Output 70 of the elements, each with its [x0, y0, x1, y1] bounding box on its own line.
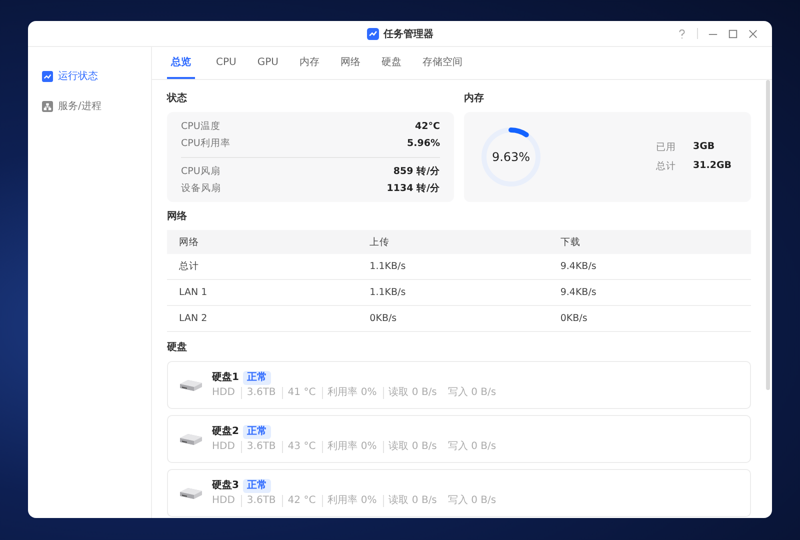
- status-badge: 正常: [242, 425, 271, 439]
- disk-spec: 读取 0 B/s: [388, 387, 438, 399]
- table-cell-text: 1.1KB/s: [370, 261, 407, 272]
- disk-spec: 读取 0 B/s: [388, 441, 438, 453]
- sidebar-item[interactable]: 服务/进程: [28, 91, 151, 121]
- disk-spec: HDD: [212, 387, 242, 399]
- tab[interactable]: 总览: [167, 47, 195, 79]
- disk-spec: 利用率 0%: [328, 387, 384, 399]
- disk-spec: HDD: [212, 495, 242, 507]
- maximize-icon[interactable]: [728, 28, 738, 38]
- stat-value: 42°C: [415, 121, 440, 132]
- table-cell-text: 0KB/s: [560, 313, 588, 324]
- table-cell-text: 9.4KB/s: [560, 287, 598, 298]
- stat-label: CPU风扇: [181, 165, 220, 178]
- app-logo-icon: [366, 28, 378, 40]
- column-header: 上传: [370, 236, 391, 248]
- section-heading: 内存: [464, 92, 485, 106]
- section-heading: 状态: [167, 92, 188, 106]
- memory-label: 总计: [656, 160, 677, 173]
- disk-spec: 3.6TB: [246, 495, 283, 507]
- disk-spec: 3.6TB: [246, 441, 283, 453]
- status-badge: 正常: [242, 479, 271, 493]
- table-cell-text: 9.4KB/s: [560, 261, 598, 272]
- disk-spec: 42 °C: [288, 495, 323, 507]
- status-badge: 正常: [242, 371, 271, 385]
- disk-spec: 43 °C: [288, 441, 323, 453]
- disk-spec: 写入 0 B/s: [448, 387, 498, 399]
- stat-label: CPU利用率: [181, 137, 230, 150]
- disk-spec: HDD: [212, 441, 242, 453]
- hierarchy-icon: [42, 100, 53, 112]
- table-cell-text: LAN 1: [179, 287, 208, 298]
- window-title: 任务管理器: [384, 28, 434, 40]
- section-heading: 网络: [167, 210, 188, 224]
- tab[interactable]: 存储空间: [413, 47, 472, 79]
- section-heading: 硬盘: [167, 341, 188, 355]
- disk-spec: 读取 0 B/s: [388, 495, 438, 507]
- gauge-reading: 9.63%: [492, 150, 530, 164]
- disk-spec: 41 °C: [288, 387, 323, 399]
- table-cell-text: 0KB/s: [370, 313, 398, 324]
- tab[interactable]: 硬盘: [372, 47, 410, 79]
- sidebar-item[interactable]: 运行状态: [28, 61, 151, 91]
- disk-name: 硬盘3: [212, 479, 239, 493]
- help-icon[interactable]: [677, 28, 687, 38]
- disk-name: 硬盘2: [212, 425, 239, 439]
- chart-icon: [42, 70, 53, 82]
- stat-value: 5.96%: [407, 138, 440, 149]
- stat-label: 设备风扇: [181, 182, 221, 195]
- disk-spec: 3.6TB: [246, 387, 283, 399]
- table-cell-text: LAN 2: [179, 313, 208, 324]
- disk-spec: 利用率 0%: [328, 441, 384, 453]
- memory-label: 已用: [656, 141, 677, 154]
- disk-spec: 写入 0 B/s: [448, 441, 498, 453]
- table-cell-text: 1.1KB/s: [370, 287, 407, 298]
- disk-name: 硬盘1: [212, 371, 239, 385]
- tab[interactable]: 网络: [331, 47, 370, 79]
- table-cell-text: 总计: [179, 260, 200, 273]
- disk-spec: 利用率 0%: [328, 495, 384, 507]
- disk-spec: 写入 0 B/s: [448, 495, 498, 507]
- stat-value: 1134 转/分: [386, 182, 440, 195]
- column-header: 下载: [560, 236, 582, 248]
- tab[interactable]: 内存: [290, 47, 328, 79]
- stat-label: CPU温度: [181, 120, 220, 133]
- memory-value: 3GB: [693, 141, 715, 154]
- scrollbar-thumb[interactable]: [766, 80, 770, 390]
- close-icon[interactable]: [748, 28, 758, 38]
- memory-value: 31.2GB: [693, 160, 732, 173]
- tab[interactable]: CPU: [207, 47, 246, 79]
- stat-value: 859 转/分: [393, 165, 440, 178]
- column-header: 网络: [179, 236, 200, 248]
- tab[interactable]: GPU: [248, 47, 288, 79]
